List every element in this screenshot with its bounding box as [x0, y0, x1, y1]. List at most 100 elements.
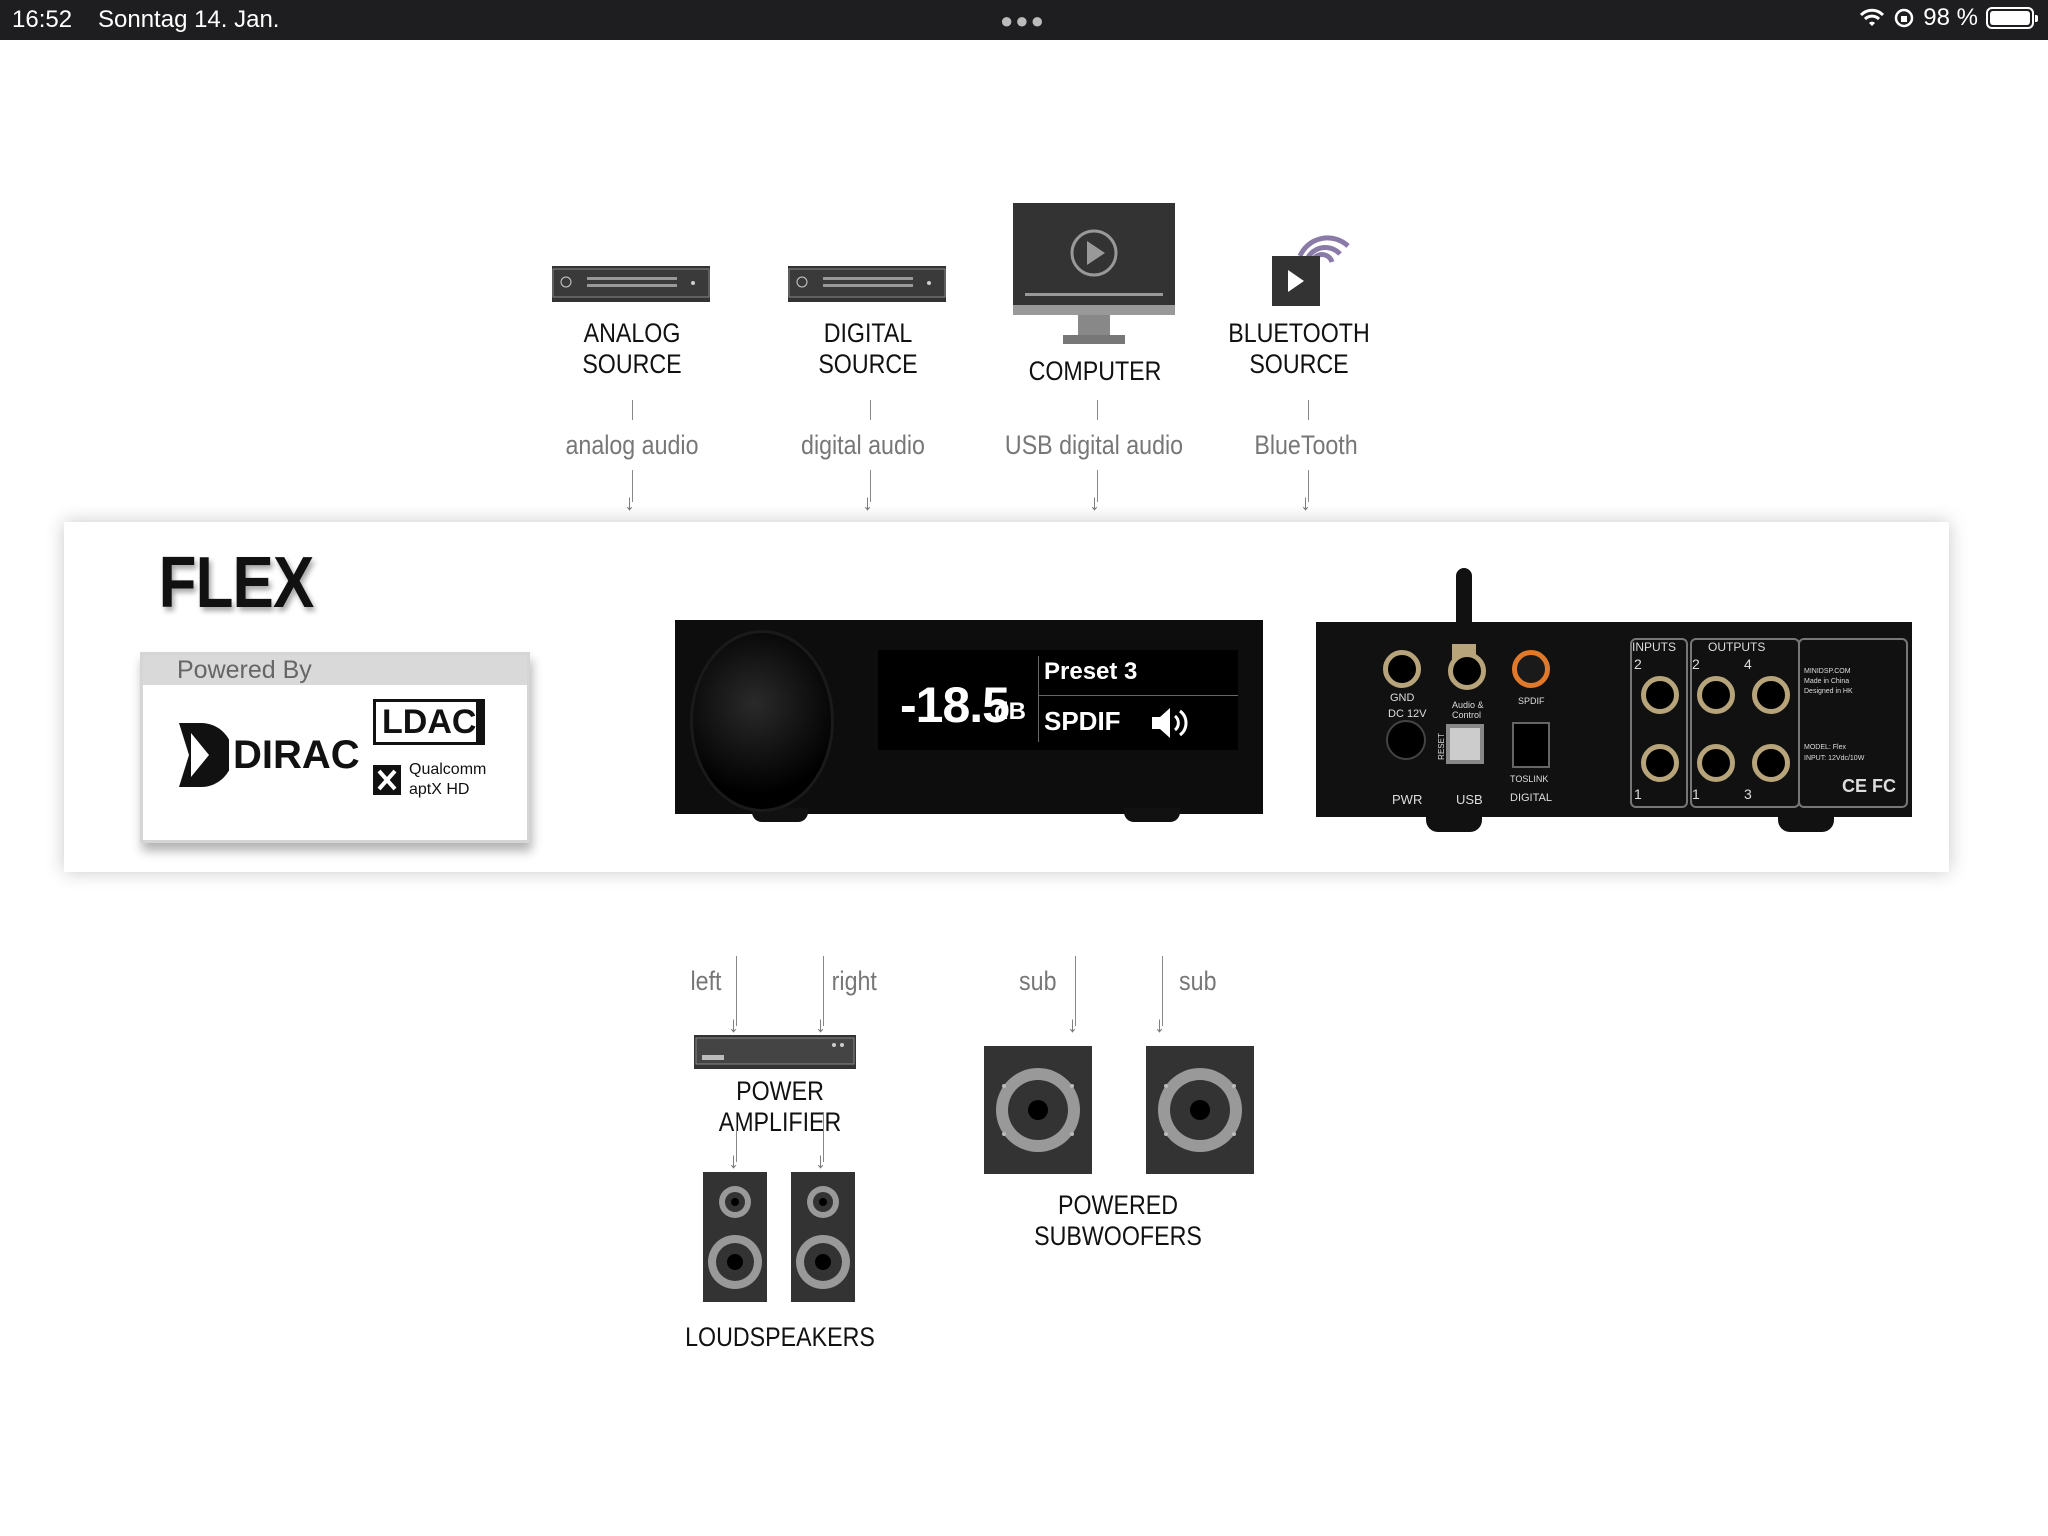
volume-readout: -18.5 [900, 677, 1010, 733]
battery-percent: 98 % [1923, 4, 1978, 31]
volume-unit: dB [994, 698, 1026, 725]
qualcomm-label: Qualcomm [409, 761, 487, 778]
status-time: 16:52 [12, 6, 73, 33]
output-4-jack[interactable] [1752, 676, 1790, 714]
aptx-label: aptX HD [409, 781, 470, 798]
spdif-jack[interactable] [1512, 650, 1550, 688]
source-label-line: COMPUTER [1028, 356, 1162, 386]
input-2-jack[interactable] [1641, 676, 1679, 714]
power-amplifier-icon [694, 1035, 856, 1069]
arrow-down-icon: ↓ [1067, 1012, 1078, 1037]
flow-label-analog: analog audio [565, 430, 699, 460]
output-number: 1 [1692, 786, 1700, 802]
powered-by-box: Powered By DIRAC LDAC Qualcomm aptX HD [140, 652, 530, 843]
output-number: 2 [1692, 656, 1700, 672]
input-label: SPDIF [1044, 706, 1121, 736]
status-right: 98 % [1859, 4, 2038, 32]
digital-source-label: DIGITAL SOURCE [765, 318, 971, 380]
arrow-down-icon: ↓ [1300, 490, 1311, 515]
computer-label: COMPUTER [992, 356, 1198, 387]
control-label: Control [1452, 710, 1482, 720]
arrow-down-icon: ↓ [624, 490, 635, 515]
source-label-line: SOURCE [818, 349, 918, 379]
source-label-line: SOURCE [1249, 349, 1349, 379]
multitasking-dots-icon[interactable]: ●●● [1000, 8, 1046, 34]
dc-label: DC 12V [1388, 708, 1427, 720]
subwoofer-1-icon [984, 1046, 1092, 1174]
outputs-label: OUTPUTS [1708, 640, 1766, 654]
foot [1426, 810, 1482, 832]
preset-label: Preset 3 [1044, 658, 1138, 685]
arrow-down-icon: ↓ [815, 1148, 826, 1173]
digital-label: DIGITAL [1510, 792, 1552, 804]
input-number: 1 [1634, 786, 1642, 802]
powered-by-label: Powered By [143, 655, 527, 685]
spdif-label: SPDIF [1518, 696, 1545, 706]
usb-port[interactable] [1446, 724, 1484, 764]
loudspeaker-left-icon [703, 1172, 767, 1302]
wifi-icon [1860, 8, 1885, 26]
flow-label-usb: USB digital audio [1004, 430, 1184, 460]
gnd-label: GND [1390, 692, 1415, 704]
output-2-jack[interactable] [1697, 676, 1735, 714]
display-divider [1038, 656, 1039, 742]
speaker-volume-icon [1152, 708, 1188, 738]
subwoofer-2-icon [1146, 1046, 1254, 1174]
connector-line [1097, 400, 1098, 420]
orientation-lock-icon [1895, 8, 1914, 28]
battery-icon [1986, 7, 2038, 29]
volume-knob[interactable] [690, 630, 834, 812]
arrow-down-icon: ↓ [1154, 1012, 1165, 1037]
source-label-line: BLUETOOTH [1228, 318, 1370, 348]
dirac-logo-icon [179, 723, 229, 787]
digital-source-icon [788, 266, 946, 302]
display-divider [1038, 695, 1238, 696]
flow-label-digital: digital audio [801, 430, 925, 460]
cert-label: CE FC [1842, 776, 1896, 796]
device-title: FLEX [158, 543, 315, 623]
loudspeaker-right-icon [791, 1172, 855, 1302]
foot [1778, 810, 1834, 832]
analog-source-label: ANALOG SOURCE [529, 318, 735, 380]
inputs-label: INPUTS [1632, 640, 1677, 654]
left-label: left [690, 966, 722, 996]
sub-label: sub [1019, 966, 1057, 996]
site-label: MINIDSP.COM [1804, 668, 1851, 675]
connector-line [870, 400, 871, 420]
dirac-label: DIRAC [233, 733, 360, 777]
dc-power-jack[interactable] [1386, 720, 1426, 760]
designed-label: Designed in HK [1804, 688, 1853, 695]
toslink-label: TOSLINK [1510, 774, 1549, 784]
powered-subwoofers-label: POWERED SUBWOOFERS [1015, 1190, 1221, 1252]
output-number: 4 [1744, 656, 1752, 672]
connector-line [632, 400, 633, 420]
toslink-port[interactable] [1512, 722, 1550, 768]
made-label: Made in China [1804, 678, 1850, 685]
foot [1124, 808, 1180, 822]
arrow-down-icon: ↓ [1089, 490, 1100, 515]
input-rating-label: INPUT: 12Vdc/10W [1804, 755, 1865, 762]
output-1-jack[interactable] [1697, 744, 1735, 782]
audio-label: Audio & [1452, 700, 1484, 710]
input-number: 2 [1634, 656, 1642, 672]
bluetooth-source-icon [1272, 235, 1350, 306]
source-label-line: DIGITAL [823, 318, 913, 348]
antenna-jack [1448, 652, 1486, 690]
status-date: Sonntag 14. Jan. [98, 6, 280, 33]
reset-label: RESET [1436, 733, 1446, 760]
source-label-line: ANALOG [583, 318, 681, 348]
ldac-logo: LDAC [373, 699, 486, 745]
gnd-jack[interactable] [1383, 650, 1421, 688]
right-label: right [831, 966, 877, 996]
output-3-jack[interactable] [1752, 744, 1790, 782]
front-display: -18.5 dB Preset 3 SPDIF [878, 650, 1238, 750]
arrow-down-icon: ↓ [728, 1148, 739, 1173]
input-1-jack[interactable] [1641, 744, 1679, 782]
bluetooth-source-label: BLUETOOTH SOURCE [1196, 318, 1402, 380]
arrow-down-icon: ↓ [862, 490, 873, 515]
source-label-line: SOURCE [582, 349, 682, 379]
pwr-label: PWR [1392, 792, 1423, 807]
status-bar: 16:52 Sonntag 14. Jan. ●●● 98 % [0, 0, 2048, 40]
subwoofers-label-line: POWERED [1058, 1190, 1178, 1220]
connector-line [1308, 400, 1309, 420]
